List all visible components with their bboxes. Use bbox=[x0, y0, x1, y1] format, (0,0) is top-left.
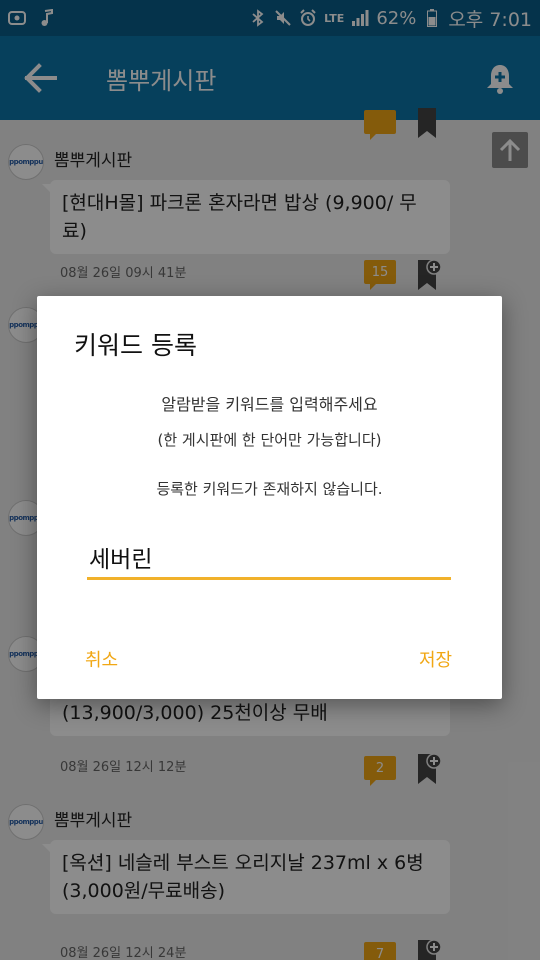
save-button[interactable]: 저장 bbox=[419, 646, 452, 672]
keyword-input[interactable] bbox=[87, 536, 451, 580]
screen: LTE 62% 오후 7:01 뽐뿌게시판 ppomppu 뽐뿌게시판 [현대H… bbox=[0, 0, 540, 960]
dialog-hint: (한 게시판에 한 단어만 가능합니다) bbox=[157, 431, 382, 449]
cancel-button[interactable]: 취소 bbox=[85, 646, 118, 672]
keyword-dialog: 키워드 등록 알람받을 키워드를 입력해주세요 (한 게시판에 한 단어만 가능… bbox=[37, 296, 502, 699]
dialog-title: 키워드 등록 bbox=[74, 331, 197, 360]
dialog-status: 등록한 키워드가 존재하지 않습니다. bbox=[156, 480, 383, 498]
dialog-instruction: 알람받을 키워드를 입력해주세요 bbox=[161, 395, 378, 414]
